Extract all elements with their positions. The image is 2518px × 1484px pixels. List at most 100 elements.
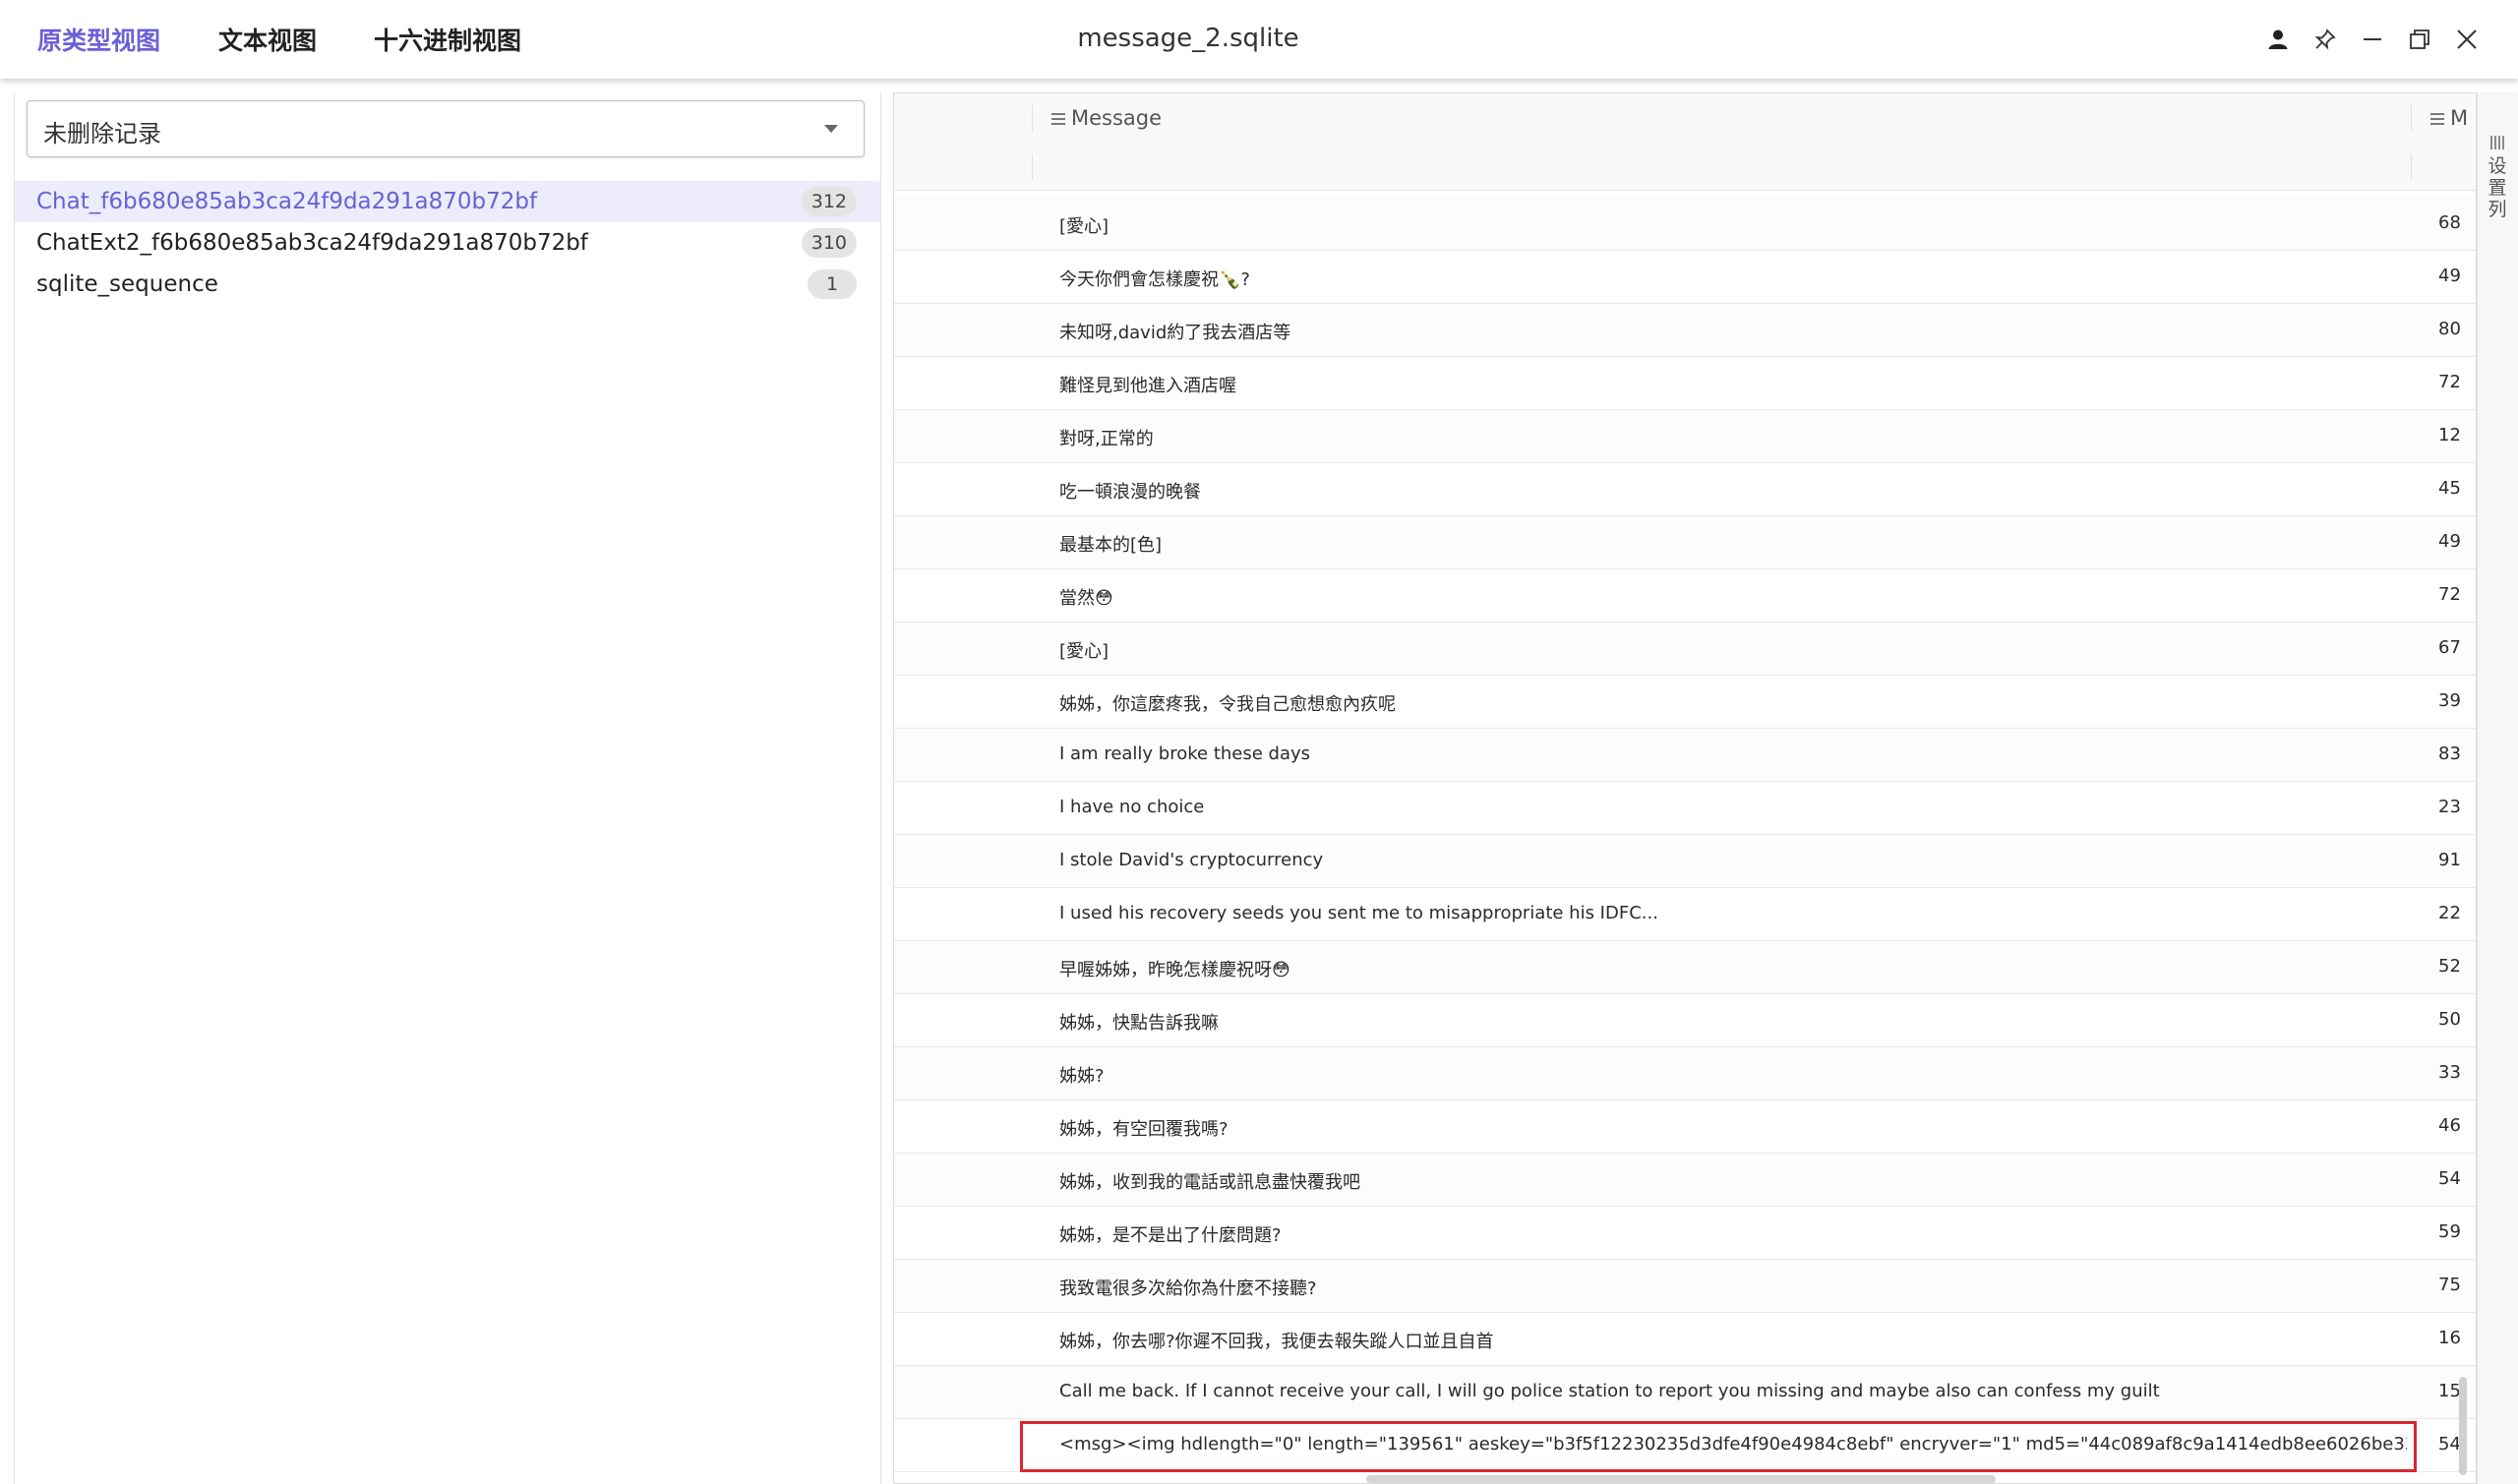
table-row[interactable]: 姊姊，你這麼疼我，令我自己愈想愈內疚呢 39 xyxy=(894,676,2476,729)
table-row[interactable]: 早喔姊姊，昨晚怎樣慶祝呀😳 52 xyxy=(894,941,2476,994)
column-header-label: M xyxy=(2450,106,2469,130)
table-row[interactable]: 當然😳 72 xyxy=(894,569,2476,623)
table-row[interactable]: Call me back. If I cannot receive your c… xyxy=(894,1366,2476,1419)
table-item-chatext2[interactable]: ChatExt2_f6b680e85ab3ca24f9da291a870b72b… xyxy=(15,222,880,264)
table-row[interactable]: 未知呀,david約了我去酒店等 80 xyxy=(894,304,2476,357)
message-cell[interactable]: 吃一頓浪漫的晚餐 xyxy=(1059,478,1201,504)
column-separator[interactable] xyxy=(1032,105,1033,131)
table-row[interactable]: I stole David's cryptocurrency 91 xyxy=(894,835,2476,888)
message-cell[interactable]: 姊姊，快點告訴我嘛 xyxy=(1059,1009,1219,1035)
table-row[interactable]: [愛心] 67 xyxy=(894,623,2476,676)
window-title: message_2.sqlite xyxy=(1077,24,1299,53)
table-row[interactable]: I am really broke these days 83 xyxy=(894,729,2476,782)
table-row[interactable]: I have no choice 23 xyxy=(894,782,2476,835)
column-settings-label: 设置列 xyxy=(2488,155,2507,220)
message-cell[interactable]: [愛心] xyxy=(1059,637,1109,663)
table-row[interactable]: 姊姊，快點告訴我嘛 50 xyxy=(894,994,2476,1047)
message-cell[interactable]: 難怪見到他進入酒店喔 xyxy=(1059,372,1236,397)
m-cell[interactable]: 52 xyxy=(2438,956,2461,977)
m-cell[interactable]: 59 xyxy=(2438,1221,2461,1242)
column-header-message[interactable]: Message xyxy=(1051,106,1162,130)
message-cell[interactable]: 最基本的[色] xyxy=(1059,531,1162,557)
message-cell[interactable]: [愛心] xyxy=(1059,212,1109,238)
column-settings-strip[interactable]: 设置列 xyxy=(2477,92,2518,1484)
message-cell[interactable]: I am really broke these days xyxy=(1059,743,1310,764)
m-cell[interactable]: 50 xyxy=(2438,1009,2461,1030)
message-cell[interactable]: 今天你們會怎樣慶祝🍾? xyxy=(1059,266,1250,291)
message-cell[interactable]: 姊姊，收到我的電話或訊息盡快覆我吧 xyxy=(1059,1168,1360,1194)
table-row[interactable]: 姊姊，有空回覆我嗎? 46 xyxy=(894,1100,2476,1154)
vertical-scrollbar[interactable] xyxy=(2459,1377,2467,1475)
close-icon[interactable] xyxy=(2449,22,2485,57)
table-row[interactable]: 最基本的[色] 49 xyxy=(894,516,2476,569)
m-cell[interactable]: 83 xyxy=(2438,743,2461,764)
message-cell[interactable]: 未知呀,david約了我去酒店等 xyxy=(1059,319,1290,344)
m-cell[interactable]: 33 xyxy=(2438,1062,2461,1083)
message-cell[interactable]: <msg><img hdlength="0" length="139561" a… xyxy=(1059,1434,2407,1454)
m-cell[interactable]: 54 xyxy=(2438,1168,2461,1189)
message-cell[interactable]: 姊姊，是不是出了什麼問題? xyxy=(1059,1221,1282,1247)
table-row[interactable]: 姊姊，你去哪?你遲不回我，我便去報失蹤人口並且自首 16 xyxy=(894,1313,2476,1366)
m-cell[interactable]: 72 xyxy=(2438,372,2461,392)
table-row[interactable]: 姊姊，是不是出了什麼問題? 59 xyxy=(894,1207,2476,1260)
message-cell[interactable]: 當然😳 xyxy=(1059,584,1113,610)
grid-header: Message M xyxy=(894,93,2476,144)
message-cell[interactable]: I stole David's cryptocurrency xyxy=(1059,850,1323,870)
record-count-badge: 310 xyxy=(801,228,857,258)
table-row[interactable]: [愛心] 68 xyxy=(894,198,2476,251)
table-row[interactable]: 今天你們會怎樣慶祝🍾? 49 xyxy=(894,251,2476,304)
column-separator[interactable] xyxy=(2411,105,2412,131)
message-cell[interactable]: Call me back. If I cannot receive your c… xyxy=(1059,1381,2160,1401)
message-cell[interactable]: 姊姊，你去哪?你遲不回我，我便去報失蹤人口並且自首 xyxy=(1059,1328,1494,1353)
table-row[interactable]: 吃一頓浪漫的晚餐 45 xyxy=(894,463,2476,516)
table-row[interactable]: I used his recovery seeds you sent me to… xyxy=(894,888,2476,941)
user-icon[interactable] xyxy=(2260,22,2296,57)
horizontal-scrollbar[interactable] xyxy=(1366,1475,1996,1483)
message-cell[interactable]: 我致電很多次給你為什麼不接聽? xyxy=(1059,1275,1317,1300)
table-row[interactable]: 姊姊，收到我的電話或訊息盡快覆我吧 54 xyxy=(894,1154,2476,1207)
m-cell[interactable]: 49 xyxy=(2438,266,2461,286)
m-cell[interactable]: 80 xyxy=(2438,319,2461,339)
chevron-down-icon xyxy=(824,125,838,133)
m-cell[interactable]: 75 xyxy=(2438,1275,2461,1295)
m-cell[interactable]: 91 xyxy=(2438,850,2461,870)
m-cell[interactable]: 45 xyxy=(2438,478,2461,499)
record-filter-select[interactable]: 未删除记录 xyxy=(27,100,865,157)
message-cell[interactable]: 姊姊，有空回覆我嗎? xyxy=(1059,1115,1229,1141)
table-list: Chat_f6b680e85ab3ca24f9da291a870b72bf 31… xyxy=(15,181,880,305)
m-cell[interactable]: 16 xyxy=(2438,1328,2461,1348)
column-menu-icon[interactable] xyxy=(2430,113,2444,125)
table-row[interactable]: 姊姊? 33 xyxy=(894,1047,2476,1100)
table-item-chat[interactable]: Chat_f6b680e85ab3ca24f9da291a870b72bf 31… xyxy=(15,181,880,222)
column-header-m[interactable]: M xyxy=(2430,106,2468,130)
message-cell[interactable]: I have no choice xyxy=(1059,797,1204,817)
restore-icon[interactable] xyxy=(2402,22,2437,57)
table-row[interactable]: 難怪見到他進入酒店喔 72 xyxy=(894,357,2476,410)
table-row[interactable]: <msg><img hdlength="0" length="139561" a… xyxy=(894,1419,2476,1472)
message-cell[interactable]: 姊姊? xyxy=(1059,1062,1105,1088)
message-cell[interactable]: I used his recovery seeds you sent me to… xyxy=(1059,903,1658,923)
table-row[interactable]: 我致電很多次給你為什麼不接聽? 75 xyxy=(894,1260,2476,1313)
column-separator xyxy=(2411,154,2412,180)
pin-icon[interactable] xyxy=(2308,22,2343,57)
m-cell[interactable]: 12 xyxy=(2438,425,2461,445)
m-cell[interactable]: 23 xyxy=(2438,797,2461,817)
column-menu-icon[interactable] xyxy=(1051,113,1065,125)
table-row[interactable]: 對呀,正常的 12 xyxy=(894,410,2476,463)
m-cell[interactable]: 39 xyxy=(2438,690,2461,711)
m-cell[interactable]: 15 xyxy=(2438,1381,2461,1401)
m-cell[interactable]: 22 xyxy=(2438,903,2461,923)
m-cell[interactable]: 72 xyxy=(2438,584,2461,605)
message-cell[interactable]: 姊姊，你這麼疼我，令我自己愈想愈內疚呢 xyxy=(1059,690,1396,716)
message-cell[interactable]: 早喔姊姊，昨晚怎樣慶祝呀😳 xyxy=(1059,956,1290,981)
m-cell[interactable]: 49 xyxy=(2438,531,2461,552)
message-cell[interactable]: 對呀,正常的 xyxy=(1059,425,1154,450)
grid-rows: [愛心] 68 今天你們會怎樣慶祝🍾? 49 未知呀,david約了我去酒店等 80 難怪見… xyxy=(894,198,2476,1472)
m-cell[interactable]: 46 xyxy=(2438,1115,2461,1136)
minimize-icon[interactable] xyxy=(2355,22,2390,57)
table-item-sqlite-sequence[interactable]: sqlite_sequence 1 xyxy=(15,264,880,305)
record-count-badge: 312 xyxy=(801,187,857,216)
m-cell[interactable]: 67 xyxy=(2438,637,2461,658)
m-cell[interactable]: 54 xyxy=(2438,1434,2461,1454)
m-cell[interactable]: 68 xyxy=(2438,212,2461,233)
